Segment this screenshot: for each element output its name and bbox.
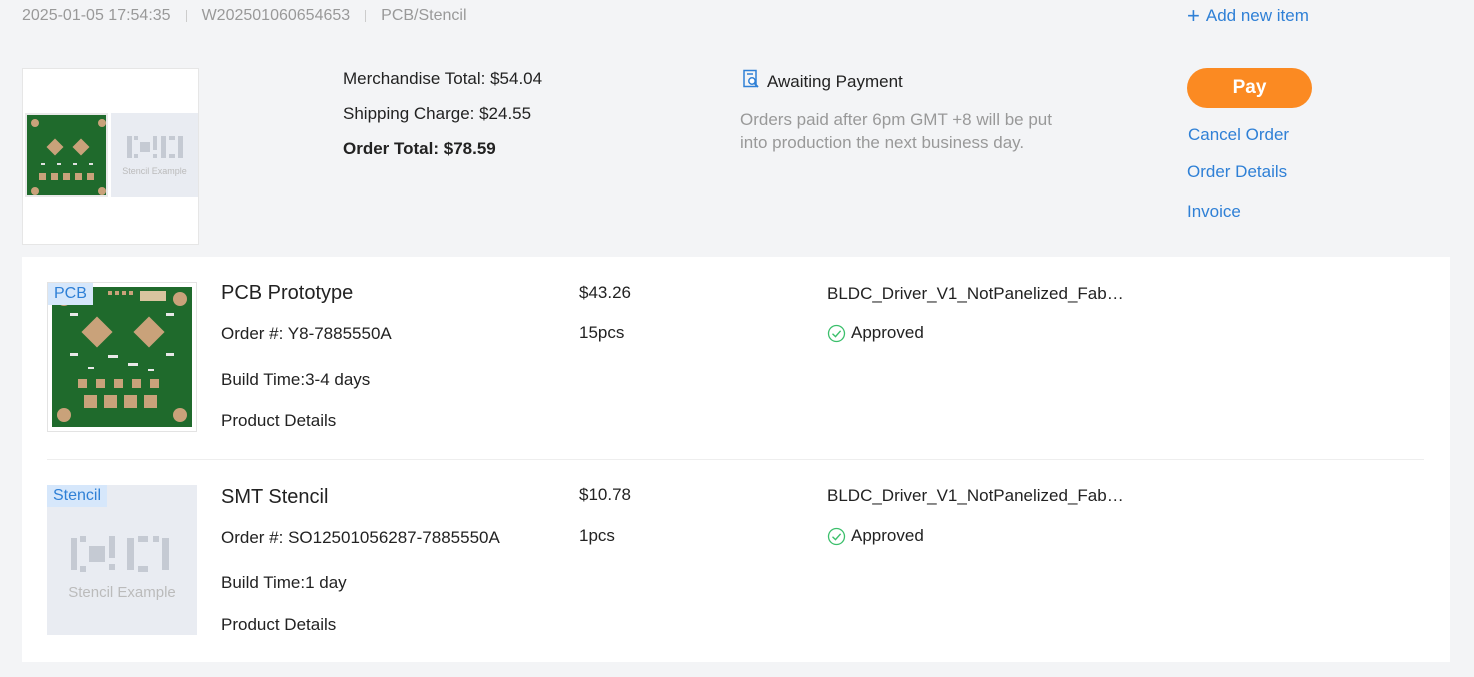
pcb-product-image[interactable]: PCB (47, 282, 197, 432)
item-divider (47, 459, 1424, 460)
divider (365, 10, 367, 22)
add-new-item-link[interactable]: + Add new item (1187, 3, 1309, 28)
product-details-link[interactable]: Product Details (221, 411, 336, 431)
product-quantity: 15pcs (579, 323, 625, 342)
order-datetime: 2025-01-05 17:54:35 (22, 7, 171, 24)
order-id: W202501060654653 (201, 7, 351, 24)
status-label: Awaiting Payment (767, 71, 903, 91)
product-file-name: BLDC_Driver_V1_NotPanelized_Fab… (827, 486, 1124, 505)
check-circle-icon (827, 324, 846, 342)
order-meta: 2025-01-05 17:54:35 W202501060654653 PCB… (22, 7, 467, 25)
stencil-image-caption: Stencil Example (68, 583, 176, 601)
check-circle-icon (827, 527, 846, 545)
order-total: Order Total: $78.59 (343, 139, 496, 158)
product-price: $10.78 (579, 485, 631, 504)
approval-status: Approved (827, 526, 924, 546)
invoice-link[interactable]: Invoice (1187, 202, 1241, 222)
product-order-number: Order #: Y8-7885550A (221, 324, 392, 343)
product-build-time: Build Time:1 day (221, 573, 347, 592)
cancel-order-link[interactable]: Cancel Order (1188, 125, 1289, 145)
product-build-time: Build Time:3-4 days (221, 370, 371, 389)
status-note: Orders paid after 6pm GMT +8 will be put… (740, 110, 1052, 152)
product-tag: Stencil (47, 485, 108, 507)
document-search-icon (741, 69, 761, 94)
stencil-thumbnail: Stencil Example (111, 113, 198, 197)
product-file-name: BLDC_Driver_V1_NotPanelized_Fab… (827, 284, 1124, 303)
product-quantity: 1pcs (579, 526, 615, 545)
order-items-panel: PCB PCB Prototype Order #: Y8-7885550A B… (22, 257, 1450, 662)
order-thumbnail[interactable]: Stencil Example (22, 68, 199, 245)
approval-label: Approved (851, 526, 924, 545)
order-category: PCB/Stencil (381, 7, 467, 24)
pcb-thumbnail (25, 113, 108, 197)
product-price: $43.26 (579, 283, 631, 302)
merchandise-total: Merchandise Total: $54.04 (343, 69, 543, 88)
add-new-item-label: Add new item (1205, 6, 1309, 25)
order-details-link[interactable]: Order Details (1187, 162, 1287, 182)
stencil-product-image[interactable]: Stencil Stencil Example (47, 485, 197, 635)
divider (185, 10, 187, 22)
approval-label: Approved (851, 323, 924, 342)
product-tag: PCB (48, 283, 93, 305)
product-name: SMT Stencil (221, 486, 329, 508)
stencil-thumbnail-caption: Stencil Example (122, 166, 187, 176)
payment-status: Awaiting Payment (741, 69, 903, 94)
product-name: PCB Prototype (221, 282, 354, 304)
shipping-charge: Shipping Charge: $24.55 (343, 104, 532, 123)
pay-button[interactable]: Pay (1187, 68, 1312, 108)
order-totals: Merchandise Total: $54.04 Shipping Charg… (343, 68, 542, 173)
product-order-number: Order #: SO12501056287-7885550A (221, 528, 500, 547)
plus-icon: + (1187, 3, 1200, 28)
product-details-link[interactable]: Product Details (221, 615, 336, 635)
approval-status: Approved (827, 323, 924, 343)
